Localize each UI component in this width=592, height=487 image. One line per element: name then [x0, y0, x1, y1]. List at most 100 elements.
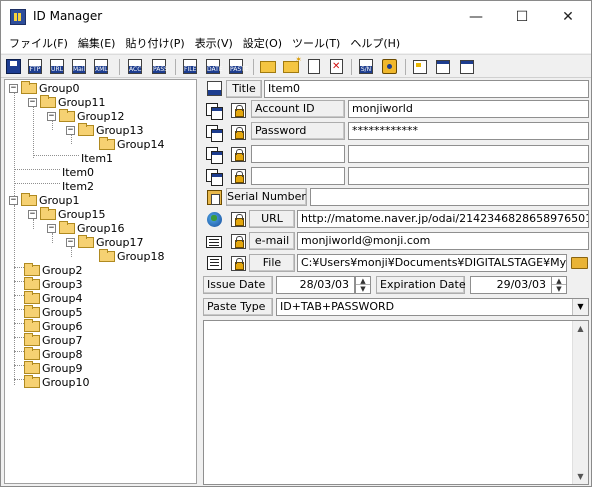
title-row[interactable] [207, 81, 224, 96]
url-button[interactable]: URL [249, 210, 295, 228]
url-button[interactable]: URL [48, 58, 66, 75]
save-button[interactable] [5, 58, 23, 75]
id-button[interactable]: S/N [357, 58, 375, 75]
menu-view[interactable]: 表示(V) [193, 33, 237, 53]
extra1-label-field[interactable] [251, 145, 345, 163]
account-lock-button[interactable] [231, 103, 248, 118]
delete-button[interactable] [327, 58, 345, 75]
tree-node-group14[interactable]: Group14 [99, 136, 165, 151]
date-button[interactable]: DATE [204, 58, 223, 75]
url-lock-button[interactable] [231, 212, 248, 227]
extra1-lock-button[interactable] [231, 147, 248, 162]
menu-paste[interactable]: 貼り付け(P) [123, 33, 188, 53]
tree-node-group3[interactable]: Group3 [24, 276, 83, 291]
tree-node-group4[interactable]: Group4 [24, 290, 83, 305]
collapse-toggle-icon[interactable]: − [66, 125, 75, 135]
password-lock-button[interactable] [231, 125, 248, 140]
paste-type-select[interactable]: ID+TAB+PASSWORD ▼ [276, 298, 589, 316]
dropdown-arrow-icon[interactable]: ▼ [572, 299, 588, 315]
tree-node-group13[interactable]: − Group13 [66, 122, 144, 137]
account-id-field[interactable]: monjiworld [348, 100, 589, 118]
tree-node-item1[interactable]: Item1 [81, 151, 113, 165]
settings-button[interactable] [381, 58, 399, 75]
password-field[interactable]: ************ [348, 122, 589, 140]
tree-node-item2[interactable]: Item2 [62, 179, 94, 193]
spin-up-icon[interactable]: ▲ [552, 277, 566, 285]
close-button[interactable]: ✕ [545, 1, 591, 33]
collapse-toggle-icon[interactable]: − [9, 195, 18, 205]
copy-extra1-button[interactable] [206, 147, 223, 164]
send-mail-button[interactable] [206, 234, 223, 249]
maximize-button[interactable]: ☐ [499, 1, 545, 33]
collapse-toggle-icon[interactable]: − [47, 111, 56, 121]
tree-node-group16[interactable]: − Group16 [47, 220, 125, 235]
copy-extra2-button[interactable] [206, 169, 223, 186]
menu-tools[interactable]: ツール(T) [290, 33, 344, 53]
tree-node-group5[interactable]: Group5 [24, 304, 83, 319]
tree-node-group17[interactable]: − Group17 [66, 234, 144, 249]
title-button[interactable]: Title [226, 80, 262, 98]
mail-button[interactable]: Mail [70, 58, 88, 75]
open-file-button[interactable] [207, 256, 224, 271]
menu-edit[interactable]: 編集(E) [76, 33, 120, 53]
collapse-toggle-icon[interactable]: − [47, 223, 56, 233]
open-url-button[interactable] [207, 212, 224, 227]
menu-file[interactable]: ファイル(F) [7, 33, 72, 53]
scroll-up-icon[interactable]: ▲ [573, 321, 588, 336]
email-lock-button[interactable] [231, 234, 248, 249]
tree-node-group8[interactable]: Group8 [24, 346, 83, 361]
title-field[interactable]: Item0 [264, 80, 589, 98]
collapse-toggle-icon[interactable]: − [28, 97, 37, 107]
copy-account-button[interactable] [206, 103, 223, 120]
tree-node-group1[interactable]: − Group1 [9, 192, 80, 207]
file-button[interactable]: File [249, 254, 295, 272]
tree-node-group0[interactable]: − Group0 [9, 80, 80, 95]
password-label[interactable]: Password [251, 122, 345, 140]
group-tree[interactable]: − Group0 − Group11 − Group12 − Group13 G… [4, 79, 197, 484]
email-field[interactable]: monjiworld@monji.com [297, 232, 589, 250]
url-field[interactable]: http://matome.naver.jp/odai/214234682865… [297, 210, 589, 228]
memo-scrollbar[interactable]: ▲ ▼ [572, 321, 588, 484]
browse-folder-icon[interactable] [571, 257, 588, 269]
new-folder-button[interactable] [259, 58, 277, 75]
spin-up-icon[interactable]: ▲ [356, 277, 370, 285]
tree-node-item0[interactable]: Item0 [62, 165, 94, 179]
serial-icon-button[interactable] [207, 190, 224, 205]
file-path-field[interactable]: C:¥Users¥monji¥Documents¥DIGITALSTAGE¥My… [297, 254, 567, 272]
tree-node-group15[interactable]: − Group15 [28, 206, 106, 221]
spin-down-icon[interactable]: ▼ [552, 285, 566, 293]
pass-button[interactable]: PASS [150, 58, 168, 75]
tree-node-group18[interactable]: Group18 [99, 248, 165, 263]
extra1-value-field[interactable] [348, 145, 589, 163]
list-window-button[interactable] [458, 58, 476, 75]
new-subfolder-button[interactable] [282, 55, 302, 75]
window-button[interactable] [434, 58, 452, 75]
spin-down-icon[interactable]: ▼ [356, 285, 370, 293]
menu-help[interactable]: ヘルプ(H) [348, 33, 404, 53]
collapse-toggle-icon[interactable]: − [28, 209, 37, 219]
issue-date-spinner[interactable]: ▲ ▼ [355, 276, 371, 294]
collapse-toggle-icon[interactable]: − [66, 237, 75, 247]
serial-number-button[interactable]: Serial Number [226, 188, 307, 206]
menu-settings[interactable]: 設定(O) [241, 33, 286, 53]
tree-node-group7[interactable]: Group7 [24, 332, 83, 347]
tree-node-group9[interactable]: Group9 [24, 360, 83, 375]
extra2-label-field[interactable] [251, 167, 345, 185]
tree-node-group2[interactable]: Group2 [24, 262, 83, 277]
file-button[interactable]: FILE [181, 58, 199, 75]
tree-node-group10[interactable]: Group10 [24, 374, 90, 389]
minimize-button[interactable]: — [453, 1, 499, 33]
serial-number-field[interactable] [310, 188, 589, 206]
expiration-date-spinner[interactable]: ▲ ▼ [551, 276, 567, 294]
extra2-value-field[interactable] [348, 167, 589, 185]
copy-password-button[interactable] [206, 125, 223, 142]
tree-node-group12[interactable]: − Group12 [47, 108, 125, 123]
file-lock-button[interactable] [231, 256, 248, 271]
expiration-date-field[interactable]: 29/03/03 [470, 276, 552, 294]
acc-button[interactable]: ACC [126, 58, 144, 75]
account-id-label[interactable]: Account ID [251, 100, 345, 118]
issue-date-field[interactable]: 28/03/03 [276, 276, 355, 294]
new-item-button[interactable] [305, 58, 323, 75]
ftp-button[interactable]: FTP [26, 58, 44, 75]
extra2-lock-button[interactable] [231, 169, 248, 184]
